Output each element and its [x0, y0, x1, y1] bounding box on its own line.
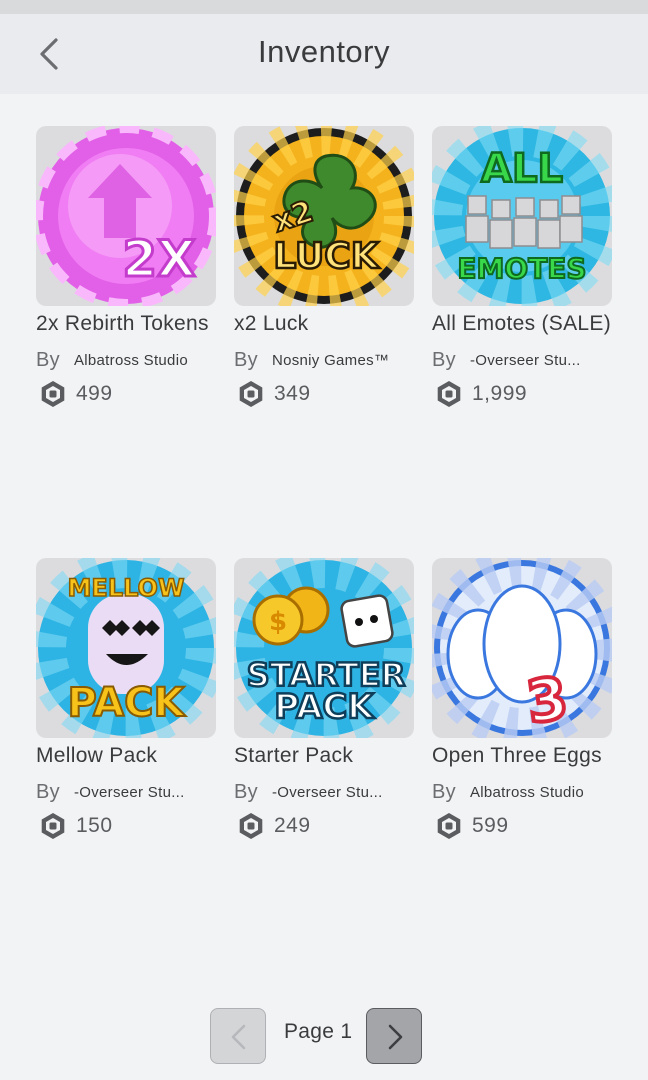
item-card-three-eggs[interactable]: 3 Open Three Eggs By Albatross Studio 59…: [432, 558, 612, 841]
svg-text:2X: 2X: [122, 230, 195, 288]
item-card-all-emotes[interactable]: ALL EMOTES All Emotes (SALE) By -Oversee…: [432, 126, 612, 409]
chevron-right-icon: [388, 1024, 403, 1050]
price-value: 249: [274, 814, 311, 837]
creator-row: By -Overseer Stu...: [432, 345, 612, 375]
page-title: Inventory: [257, 34, 390, 69]
robux-icon: [437, 813, 461, 839]
next-page-button[interactable]: [366, 1008, 422, 1064]
starter-pack-icon: $ STARTER PACK: [234, 558, 414, 738]
item-card-mellow-pack[interactable]: MELLOW PACK Mellow Pack By -Overseer Stu…: [36, 558, 216, 841]
creator-link[interactable]: Nosniy Games™: [272, 352, 389, 369]
creator-link[interactable]: -Overseer Stu...: [74, 784, 185, 801]
price-value: 349: [274, 382, 311, 405]
status-strip: [0, 0, 648, 14]
price-value: 499: [76, 382, 113, 405]
item-card-starter-pack[interactable]: $ STARTER PACK Starter Pack By -Overseer…: [234, 558, 414, 841]
price-value: 150: [76, 814, 113, 837]
svg-text:EMOTES: EMOTES: [457, 252, 586, 285]
rebirth-token-icon: 2X: [36, 126, 216, 306]
item-name[interactable]: Mellow Pack: [36, 741, 216, 771]
by-label: By: [234, 780, 258, 803]
item-name[interactable]: x2 Luck: [234, 309, 414, 339]
price-row: 249: [234, 811, 414, 841]
price-row: 349: [234, 379, 414, 409]
price-row: 150: [36, 811, 216, 841]
prev-page-button[interactable]: [210, 1008, 266, 1064]
svg-text:MELLOW: MELLOW: [68, 574, 185, 602]
mellow-pack-icon: MELLOW PACK: [36, 558, 216, 738]
robux-icon: [41, 813, 65, 839]
creator-row: By Albatross Studio: [432, 777, 612, 807]
header-bar: Inventory: [0, 14, 648, 94]
svg-text:ALL: ALL: [481, 146, 563, 192]
creator-row: By Nosniy Games™: [234, 345, 414, 375]
item-card-x2-luck[interactable]: x2 LUCK x2 Luck By Nosniy Games™ 349: [234, 126, 414, 409]
svg-text:$: $: [269, 607, 287, 637]
robux-icon: [239, 813, 263, 839]
by-label: By: [432, 348, 456, 371]
by-label: By: [36, 780, 60, 803]
luck-clover-icon: x2 LUCK: [234, 126, 414, 306]
three-eggs-icon: 3: [432, 558, 612, 738]
price-row: 1,999: [432, 379, 612, 409]
by-label: By: [432, 780, 456, 803]
item-name[interactable]: Starter Pack: [234, 741, 414, 771]
price-row: 599: [432, 811, 612, 841]
svg-text:PACK: PACK: [68, 680, 187, 726]
creator-link[interactable]: Albatross Studio: [74, 352, 188, 369]
item-name[interactable]: Open Three Eggs: [432, 741, 612, 771]
creator-link[interactable]: Albatross Studio: [470, 784, 584, 801]
item-name[interactable]: All Emotes (SALE): [432, 309, 612, 339]
svg-text:LUCK: LUCK: [273, 236, 379, 277]
creator-link[interactable]: -Overseer Stu...: [470, 352, 581, 369]
all-emotes-icon: ALL EMOTES: [432, 126, 612, 306]
item-thumbnail[interactable]: x2 LUCK: [234, 126, 414, 306]
item-thumbnail[interactable]: 3: [432, 558, 612, 738]
item-thumbnail[interactable]: ALL EMOTES: [432, 126, 612, 306]
robux-icon: [41, 381, 65, 407]
robux-icon: [239, 381, 263, 407]
creator-row: By -Overseer Stu...: [234, 777, 414, 807]
item-thumbnail[interactable]: $ STARTER PACK: [234, 558, 414, 738]
price-value: 599: [472, 814, 509, 837]
item-thumbnail[interactable]: 2X: [36, 126, 216, 306]
price-value: 1,999: [472, 382, 528, 405]
pagination: Page 1: [0, 1008, 648, 1066]
item-name[interactable]: 2x Rebirth Tokens: [36, 309, 216, 339]
by-label: By: [36, 348, 60, 371]
item-card-rebirth-tokens[interactable]: 2X 2x Rebirth Tokens By Albatross Studio…: [36, 126, 216, 409]
creator-link[interactable]: -Overseer Stu...: [272, 784, 383, 801]
creator-row: By -Overseer Stu...: [36, 777, 216, 807]
page-label: Page 1: [284, 1020, 353, 1043]
by-label: By: [234, 348, 258, 371]
creator-row: By Albatross Studio: [36, 345, 216, 375]
chevron-left-icon: [231, 1024, 246, 1050]
svg-text:PACK: PACK: [274, 687, 375, 727]
robux-icon: [437, 381, 461, 407]
price-row: 499: [36, 379, 216, 409]
item-thumbnail[interactable]: MELLOW PACK: [36, 558, 216, 738]
